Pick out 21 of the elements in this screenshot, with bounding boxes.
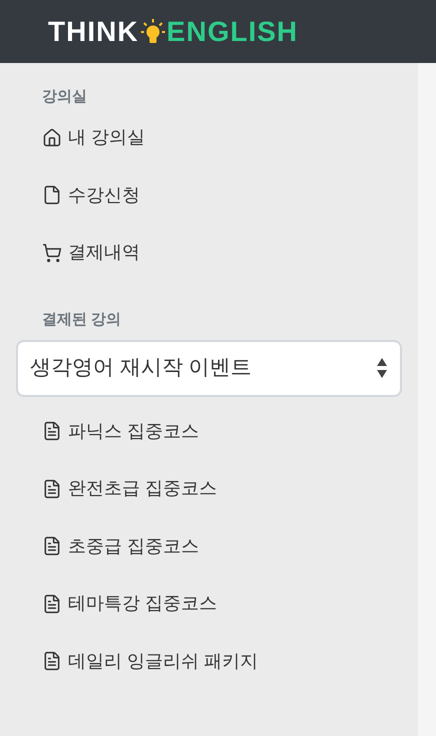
sidebar-item[interactable]: 초중급 집중코스 xyxy=(0,518,418,575)
sidebar-item[interactable]: 파닉스 집중코스 xyxy=(0,402,418,460)
section-heading: 강의실 xyxy=(41,87,88,107)
sort-arrows-icon xyxy=(376,356,388,380)
sidebar-item[interactable]: 수강신청 xyxy=(0,166,418,224)
cart-icon xyxy=(42,242,62,263)
sidebar-item[interactable]: 데일리 잉글리쉬 패키지 xyxy=(0,632,418,690)
document-icon xyxy=(42,651,62,672)
document-icon xyxy=(42,594,62,614)
course-select[interactable]: 생각영어 재시작 이벤트 xyxy=(16,340,402,396)
sidebar-item[interactable]: 완전초급 집중코스 xyxy=(0,460,418,518)
sidebar-item[interactable]: 내 강의실 xyxy=(0,109,418,166)
sidebar-item[interactable]: 테마특강 집중코스 xyxy=(0,575,418,632)
sidebar-item[interactable]: 결제내역 xyxy=(0,224,418,282)
section-heading: 결제된 강의 xyxy=(41,310,122,330)
document-icon xyxy=(42,536,62,556)
document-icon xyxy=(42,185,62,206)
document-icon xyxy=(42,421,62,442)
home-icon xyxy=(42,128,62,148)
logo[interactable]: THINK ENGLISH xyxy=(48,10,298,52)
document-icon xyxy=(42,478,62,499)
